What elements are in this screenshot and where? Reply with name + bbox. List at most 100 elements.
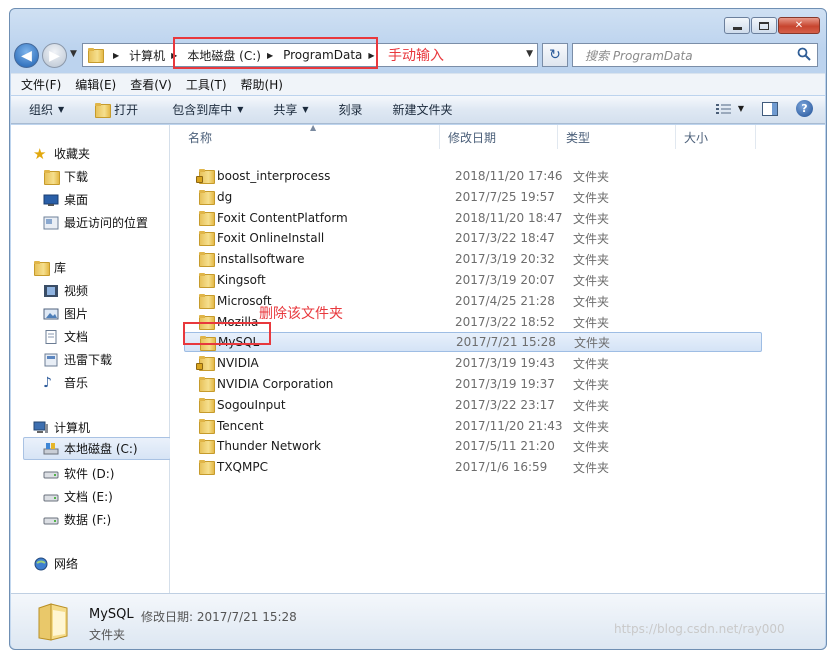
sidebar-item-label: 最近访问的位置 (64, 216, 149, 230)
sidebar-item-label: 软件 (D:) (64, 467, 115, 481)
menu-help[interactable]: 帮助(H) (241, 76, 283, 93)
sidebar-item-drive-e[interactable]: 文档 (E:) (43, 488, 113, 505)
music-icon: ♪ (43, 374, 52, 391)
maximize-button[interactable] (751, 17, 777, 34)
file-row[interactable]: NVIDIA Corporation 2017/3/19 19:37 文件夹 (184, 374, 762, 394)
sidebar-item-downloads[interactable]: 下载 (43, 168, 88, 185)
file-row[interactable]: Foxit ContentPlatform 2018/11/20 18:47 文… (184, 208, 762, 228)
burn-button[interactable]: 刻录 (339, 101, 363, 118)
file-date: 2017/4/25 21:28 (455, 294, 555, 308)
folder-icon (196, 169, 215, 184)
refresh-button[interactable]: ↻ (542, 43, 568, 67)
back-button[interactable]: ◀ (14, 43, 39, 68)
column-header-type[interactable]: 类型 (558, 125, 676, 149)
file-row[interactable]: Thunder Network 2017/5/11 21:20 文件夹 (184, 436, 762, 456)
include-in-library-button[interactable]: 包含到库中 ▼ (172, 101, 243, 118)
navigation-pane: ★ 收藏夹 下载 桌面 最近访问的位置 库 视频 图片 文档 迅雷下载 ♪ 音乐… (11, 125, 171, 593)
file-type: 文件夹 (573, 419, 610, 434)
documents-icon (43, 329, 59, 344)
sidebar-item-pictures[interactable]: 图片 (43, 305, 88, 322)
column-header-date[interactable]: 修改日期 (440, 125, 558, 149)
close-button[interactable]: ✕ (778, 17, 820, 34)
file-row[interactable]: boost_interprocess 2018/11/20 17:46 文件夹 (184, 166, 762, 186)
folder-icon (198, 190, 215, 205)
caption-buttons: ✕ (724, 17, 820, 34)
sidebar-item-videos[interactable]: 视频 (43, 282, 88, 299)
sidebar-item-drive-f[interactable]: 数据 (F:) (43, 511, 111, 528)
sidebar-favorites[interactable]: ★ 收藏夹 (33, 145, 90, 162)
forward-button[interactable]: ▶ (42, 43, 67, 68)
details-name: MySQL (89, 607, 134, 622)
desktop-icon (43, 193, 59, 207)
file-row[interactable]: Foxit OnlineInstall 2017/3/22 18:47 文件夹 (184, 228, 762, 248)
view-list-icon (715, 103, 731, 114)
view-options-button[interactable]: ▼ (715, 103, 744, 115)
address-dropdown-icon[interactable]: ▼ (526, 49, 533, 59)
new-folder-label: 新建文件夹 (392, 103, 453, 117)
new-folder-button[interactable]: 新建文件夹 (393, 101, 453, 118)
sidebar-favorites-label: 收藏夹 (54, 147, 91, 161)
sidebar-item-label: 迅雷下载 (64, 353, 113, 367)
explorer-window: ✕ ◀ ▶ ▼ ▶ 计算机 ▶ 本地磁盘 (C:) ▶ ProgramData ▶ ▼… (9, 8, 827, 650)
sidebar-item-label: 下载 (64, 170, 89, 184)
folder-icon (198, 460, 215, 475)
file-row[interactable]: NVIDIA 2017/3/19 19:43 文件夹 (184, 353, 762, 373)
file-type: 文件夹 (573, 294, 610, 309)
sidebar-network-label: 网络 (54, 557, 79, 571)
sidebar-item-label: 数据 (F:) (64, 513, 112, 527)
open-button[interactable]: 打开 (94, 101, 138, 118)
search-input[interactable]: 搜索 ProgramData (572, 43, 818, 67)
file-row[interactable]: Tencent 2017/11/20 21:43 文件夹 (184, 416, 762, 436)
file-list: ▲ 名称 修改日期 类型 大小 boost_interprocess 2018/… (170, 123, 825, 593)
breadcrumb-root-arrow[interactable]: ▶ (107, 51, 125, 60)
file-date: 2017/3/22 23:17 (455, 398, 555, 412)
burn-label: 刻录 (338, 103, 363, 117)
file-row[interactable]: dg 2017/7/25 19:57 文件夹 (184, 187, 762, 207)
column-header-size[interactable]: 大小 (676, 125, 756, 149)
search-icon[interactable] (797, 47, 811, 61)
folder-icon (198, 252, 215, 267)
recent-pages-dropdown[interactable]: ▼ (70, 49, 77, 59)
sidebar-libraries[interactable]: 库 (33, 259, 66, 276)
share-label: 共享 (273, 103, 298, 117)
sidebar-item-documents[interactable]: 文档 (43, 328, 88, 345)
file-name: SogouInput (217, 398, 286, 412)
sidebar-item-recent[interactable]: 最近访问的位置 (43, 214, 148, 231)
drive-icon (43, 467, 59, 481)
file-date: 2017/5/11 21:20 (455, 439, 555, 453)
minimize-button[interactable] (724, 17, 750, 34)
file-row[interactable]: TXQMPC 2017/1/6 16:59 文件夹 (184, 457, 762, 477)
column-header-name[interactable]: 名称 (180, 125, 440, 149)
sidebar-item-drive-d[interactable]: 软件 (D:) (43, 465, 114, 482)
menu-file[interactable]: 文件(F) (21, 76, 61, 93)
sidebar-network[interactable]: 网络 (33, 555, 78, 572)
share-button[interactable]: 共享 ▼ (273, 101, 308, 118)
sidebar-item-music[interactable]: ♪ 音乐 (43, 374, 88, 391)
help-button[interactable]: ? (796, 100, 813, 117)
organize-button[interactable]: 组织 ▼ (29, 101, 64, 118)
file-date: 2017/3/19 20:32 (455, 252, 555, 266)
file-date: 2017/3/19 19:43 (455, 356, 555, 370)
sidebar-computer[interactable]: 计算机 (33, 419, 90, 436)
sidebar-item-xunlei-downloads[interactable]: 迅雷下载 (43, 351, 112, 368)
sidebar-item-local-disk-c[interactable]: 本地磁盘 (C:) (23, 437, 171, 460)
sidebar-item-desktop[interactable]: 桌面 (43, 191, 88, 208)
menu-tools[interactable]: 工具(T) (186, 76, 227, 93)
preview-pane-icon[interactable] (762, 101, 778, 116)
forward-arrow-icon: ▶ (49, 47, 60, 64)
file-date: 2017/3/22 18:47 (455, 231, 555, 245)
annotation-box-mysql (183, 322, 271, 345)
drive-icon (43, 513, 59, 527)
file-name: Thunder Network (217, 439, 321, 453)
details-type: 文件夹 (89, 628, 126, 642)
file-row[interactable]: installsoftware 2017/3/19 20:32 文件夹 (184, 249, 762, 269)
folder-icon (198, 398, 215, 413)
include-in-library-label: 包含到库中 (172, 103, 233, 117)
menu-edit[interactable]: 编辑(E) (75, 76, 116, 93)
maximize-icon (759, 21, 769, 30)
file-row[interactable]: SogouInput 2017/3/22 23:17 文件夹 (184, 395, 762, 415)
menu-view[interactable]: 查看(V) (130, 76, 172, 93)
file-type: 文件夹 (573, 252, 610, 267)
file-row[interactable]: Kingsoft 2017/3/19 20:07 文件夹 (184, 270, 762, 290)
sidebar-computer-label: 计算机 (54, 421, 91, 435)
